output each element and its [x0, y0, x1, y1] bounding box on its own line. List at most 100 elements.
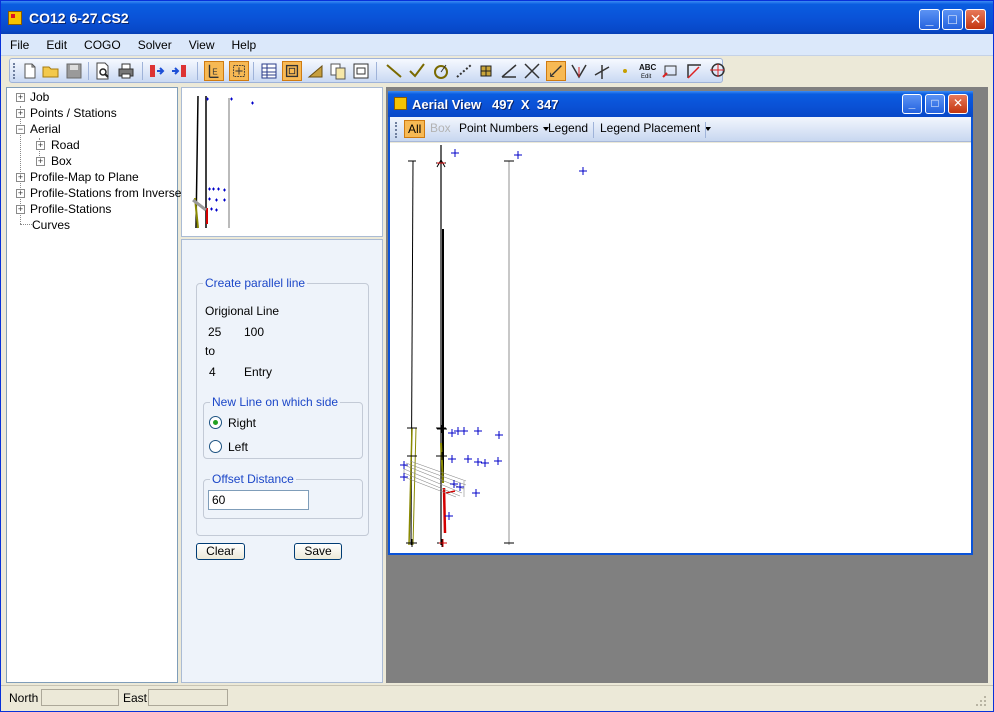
perpendicular-icon[interactable] [592, 61, 612, 81]
status-bar: North East [1, 685, 993, 711]
import-icon[interactable] [170, 61, 190, 81]
close-button[interactable]: ✕ [965, 9, 986, 30]
map-preview[interactable] [181, 87, 383, 237]
text-mode-icon[interactable]: E [204, 61, 224, 81]
aerial-view-icon [394, 97, 407, 110]
circle-icon[interactable] [707, 61, 727, 81]
save-icon[interactable] [64, 61, 84, 81]
legend-placement-label: Legend Placement [600, 121, 701, 135]
expand-icon[interactable]: + [36, 141, 45, 150]
from-station-value: 100 [244, 325, 265, 339]
to-label: to [205, 344, 216, 358]
to-station-value: Entry [244, 365, 273, 379]
side-group: New Line on which side [203, 395, 363, 459]
north-value [41, 689, 119, 706]
point-numbers-dropdown[interactable]: Point Numbers [459, 121, 550, 135]
expand-icon[interactable]: + [16, 189, 25, 198]
right-radio[interactable] [209, 416, 222, 429]
dotted-line-icon[interactable] [454, 61, 474, 81]
line-left [410, 160, 414, 546]
window-icon[interactable] [351, 61, 371, 81]
abc-edit-icon[interactable]: ABC Edit [638, 61, 658, 81]
profile-icon[interactable] [306, 61, 326, 81]
table-icon[interactable] [259, 61, 279, 81]
clear-button[interactable]: Clear [196, 543, 245, 560]
hatched-box [403, 460, 467, 498]
offset-distance-input[interactable] [208, 490, 309, 510]
select-points-icon[interactable] [229, 61, 249, 81]
svg-text:E: E [212, 68, 218, 77]
aerial-maximize-button[interactable]: □ [925, 94, 945, 114]
original-line-label: Origional Line [205, 304, 280, 318]
open-icon[interactable] [41, 61, 61, 81]
export-icon[interactable] [148, 61, 168, 81]
all-button[interactable]: All [404, 120, 426, 138]
print-preview-icon[interactable] [93, 61, 113, 81]
collapse-icon[interactable]: − [16, 125, 25, 134]
aerial-view-title: Aerial View 497 X 347 [412, 97, 559, 112]
svg-text:Edit: Edit [641, 74, 652, 80]
grid-point-icon[interactable] [476, 61, 496, 81]
maximize-button[interactable]: □ [942, 9, 963, 30]
legend-placement-dropdown[interactable]: Legend Placement [600, 121, 712, 135]
aerial-view-toolbar: All Box Point Numbers Legend Legend Plac… [390, 117, 971, 142]
right-radio-label[interactable]: Right [228, 416, 256, 430]
job-tree: + Job + Points / Stations − Aerial + Roa… [6, 87, 181, 683]
diagonal-icon[interactable] [546, 61, 566, 81]
toolbar-grip[interactable] [13, 63, 16, 79]
point-numbers-label: Point Numbers [459, 121, 539, 135]
curve-icon[interactable] [431, 61, 451, 81]
main-window: CO12 6-27.CS2 _ □ ✕ File Edit COGO Solver Vi… [0, 0, 994, 712]
from-point-value: 25 [208, 325, 222, 339]
selected-line [442, 487, 447, 534]
road-edge-left-2 [412, 427, 417, 546]
box-button[interactable]: Box [430, 121, 451, 135]
check-icon[interactable] [407, 61, 427, 81]
expand-icon[interactable]: + [16, 109, 25, 118]
legend-button[interactable]: Legend [548, 121, 588, 135]
menu-edit[interactable]: Edit [37, 34, 75, 52]
app-icon [8, 11, 22, 25]
expand-icon[interactable]: + [16, 93, 25, 102]
intersect-icon[interactable] [522, 61, 542, 81]
aerial-minimize-button[interactable]: _ [902, 94, 922, 114]
expand-icon[interactable]: + [16, 173, 25, 182]
menu-cogo[interactable]: COGO [75, 34, 129, 52]
left-radio[interactable] [209, 440, 222, 453]
line-icon[interactable] [384, 61, 404, 81]
bisect-icon[interactable] [569, 61, 589, 81]
angle-icon[interactable] [499, 61, 519, 81]
point-markers [400, 149, 587, 520]
save-button[interactable]: Save [294, 543, 342, 560]
aerial-close-button[interactable]: ✕ [948, 94, 968, 114]
menu-solver[interactable]: Solver [129, 34, 180, 52]
minimize-button[interactable]: _ [919, 9, 940, 30]
copy-icon[interactable] [328, 61, 348, 81]
parallel-line-panel: Create parallel line Origional Line 25 1… [181, 239, 383, 683]
menu-view[interactable]: View [180, 34, 223, 52]
to-point-value: 4 [209, 365, 216, 379]
new-icon[interactable] [20, 61, 40, 81]
left-radio-label[interactable]: Left [228, 440, 248, 454]
menu-bar: File Edit COGO Solver View Help [1, 34, 993, 56]
north-label: North [9, 691, 39, 705]
expand-icon[interactable]: + [36, 157, 45, 166]
print-icon[interactable] [116, 61, 136, 81]
frame-icon[interactable] [282, 61, 302, 81]
group-title: Create parallel line [205, 276, 306, 290]
window-title: CO12 6-27.CS2 [29, 10, 129, 26]
aerial-drawing [400, 145, 587, 547]
point-icon[interactable] [615, 61, 635, 81]
aerial-view-title-bar[interactable]: Aerial View 497 X 347 _ □ ✕ [388, 91, 973, 117]
polygon-icon[interactable] [661, 61, 681, 81]
resize-grip-icon[interactable] [974, 694, 988, 708]
east-value [148, 689, 228, 706]
svg-text:ABC: ABC [639, 63, 657, 72]
title-bar[interactable]: CO12 6-27.CS2 _ □ ✕ [1, 1, 993, 34]
menu-help[interactable]: Help [223, 34, 265, 52]
menu-file[interactable]: File [1, 34, 37, 52]
arc-icon[interactable] [684, 61, 704, 81]
aerial-view-canvas[interactable] [390, 143, 971, 553]
expand-icon[interactable]: + [16, 205, 25, 214]
toolbar-grip[interactable] [395, 122, 398, 138]
